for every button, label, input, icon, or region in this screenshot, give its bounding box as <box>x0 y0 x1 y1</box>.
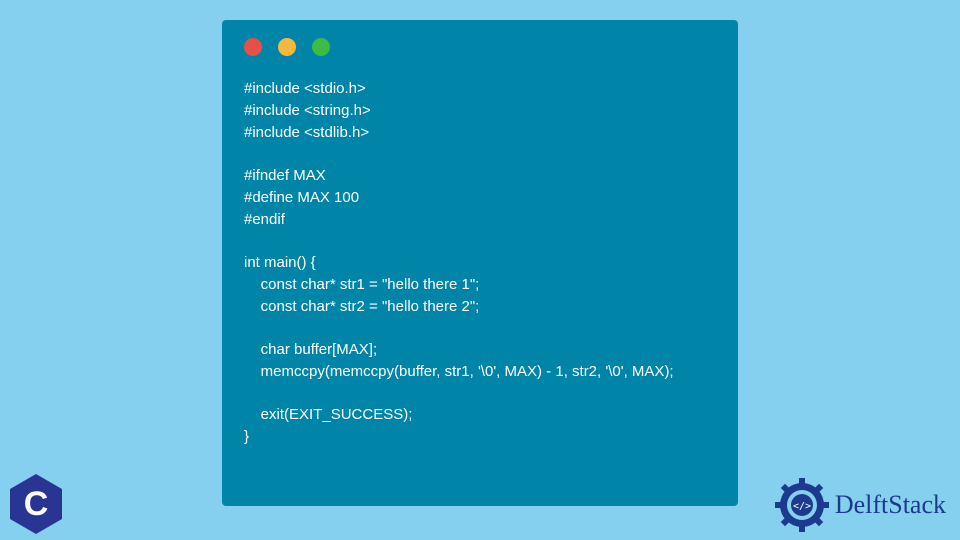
maximize-icon <box>312 38 330 56</box>
delftstack-text: DelftStack <box>835 490 946 520</box>
traffic-lights <box>244 38 716 56</box>
code-window: #include <stdio.h> #include <string.h> #… <box>222 20 738 506</box>
svg-text:</>: </> <box>793 501 811 512</box>
gear-icon: </> <box>775 478 829 532</box>
delftstack-logo: </> DelftStack <box>775 478 946 532</box>
minimize-icon <box>278 38 296 56</box>
code-content: #include <stdio.h> #include <string.h> #… <box>244 78 716 448</box>
c-logo-letter: C <box>24 485 49 524</box>
c-language-logo: C <box>10 474 62 534</box>
close-icon <box>244 38 262 56</box>
